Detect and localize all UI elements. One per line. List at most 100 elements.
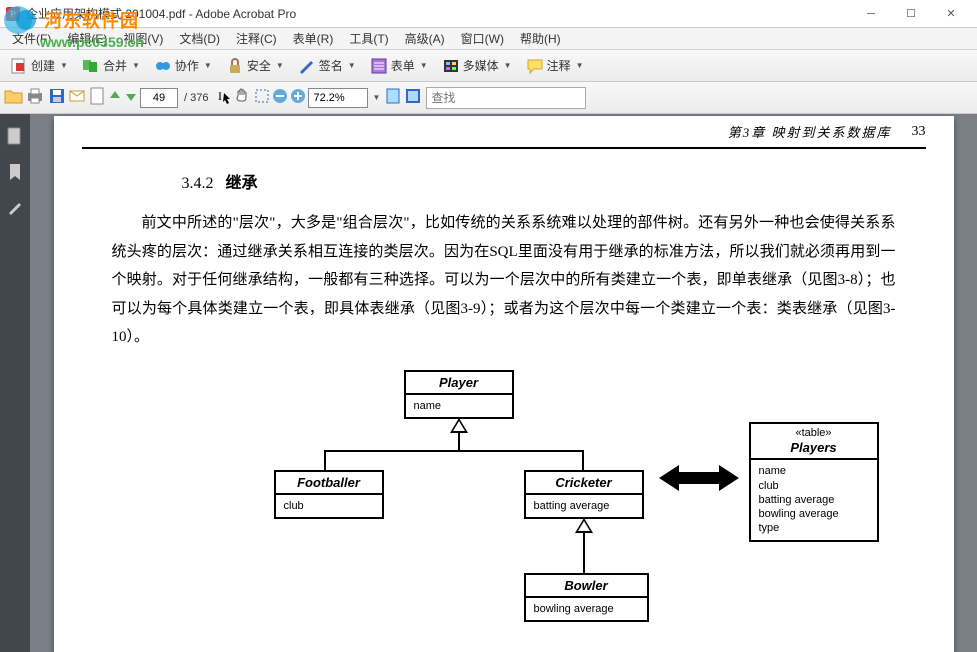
window-title: 企业应用架构模式 201004.pdf - Adobe Acrobat Pro (26, 5, 851, 22)
page-running-header: 第3章 映射到关系数据库 33 (82, 116, 926, 149)
zoom-out-button[interactable] (272, 88, 288, 107)
secure-label: 安全 (247, 57, 271, 74)
uml-diagram: Player name Footballer club Cricketer ba… (154, 370, 854, 652)
section-number: 3.4.2 (182, 175, 214, 192)
menu-file[interactable]: 文件(F) (4, 28, 59, 49)
fullscreen-button[interactable] (404, 87, 422, 108)
save-button[interactable] (48, 87, 66, 108)
page-number: 33 (912, 124, 926, 140)
toolbar-navigation: / 376 I ▼ (0, 82, 977, 114)
section-heading: 3.4.2 继承 (182, 169, 926, 193)
zoom-level-input[interactable] (308, 88, 368, 108)
double-arrow-icon (659, 463, 739, 493)
create-button[interactable]: 创建 ▼ (4, 53, 74, 79)
diagram-line (582, 450, 584, 470)
body-paragraph: 前文中所述的"层次"，大多是"组合层次"，比如传统的关系系统难以处理的部件树。还… (112, 209, 896, 352)
comment-button[interactable]: 注释 ▼ (520, 53, 590, 79)
marquee-zoom-button[interactable] (254, 88, 270, 107)
page-thumbnail-button[interactable] (90, 87, 106, 108)
hand-icon (234, 93, 250, 107)
open-button[interactable] (4, 87, 24, 108)
uml-class-bowler: Bowler bowling average (524, 573, 649, 622)
create-label: 创建 (31, 57, 55, 74)
bookmarks-panel-button[interactable] (5, 162, 25, 182)
uml-table-attr: type (759, 521, 869, 535)
menu-form[interactable]: 表单(R) (285, 28, 342, 49)
dropdown-arrow-icon: ▼ (576, 61, 584, 70)
dropdown-arrow-icon: ▼ (60, 61, 68, 70)
forms-button[interactable]: 表单▼ (364, 53, 434, 79)
scroll-mode-button[interactable] (384, 87, 402, 108)
minimize-button[interactable]: ─ (851, 4, 891, 24)
printer-icon (26, 94, 44, 108)
document-viewport[interactable]: 第3章 映射到关系数据库 33 3.4.2 继承 前文中所述的"层次"，大多是"… (30, 114, 977, 652)
multimedia-label: 多媒体 (463, 57, 499, 74)
collaborate-button[interactable]: 协作▼ (148, 53, 218, 79)
menu-help[interactable]: 帮助(H) (512, 28, 569, 49)
arrow-down-icon (124, 92, 138, 106)
navigation-panel (0, 114, 30, 652)
select-tool-button[interactable]: I (216, 88, 232, 107)
toolbar-main: 创建▼ 合并▼ 协作▼ 安全▼ 签名▼ 表单▼ 多媒体▼ 注释▼ (0, 50, 977, 82)
menu-view[interactable]: 视图(V) (115, 28, 171, 49)
page-icon (90, 94, 106, 108)
menu-bar: 文件(F) 编辑(E) 视图(V) 文档(D) 注释(C) 表单(R) 工具(T… (0, 28, 977, 50)
lock-icon (226, 57, 244, 75)
combine-button[interactable]: 合并▼ (76, 53, 146, 79)
close-button[interactable]: ✕ (931, 4, 971, 24)
email-button[interactable] (68, 87, 86, 108)
film-icon (442, 57, 460, 75)
search-input[interactable] (426, 87, 586, 109)
multimedia-button[interactable]: 多媒体 ▼ (436, 53, 518, 79)
sign-label: 签名 (319, 57, 343, 74)
uml-table-attr: bowling average (759, 507, 869, 521)
uml-player-attr: name (414, 399, 504, 413)
diagram-line (324, 450, 326, 470)
maximize-button[interactable]: ☐ (891, 4, 931, 24)
uml-bowler-title: Bowler (564, 578, 607, 593)
pen-icon (298, 57, 316, 75)
pdf-file-icon: P (6, 7, 20, 21)
menu-tools[interactable]: 工具(T) (341, 28, 396, 49)
hand-tool-button[interactable] (234, 88, 250, 107)
uml-class-player: Player name (404, 370, 514, 419)
next-page-button[interactable] (124, 89, 138, 106)
signatures-panel-button[interactable] (5, 198, 25, 218)
page-fit-icon (384, 94, 402, 108)
dropdown-arrow-icon: ▼ (420, 61, 428, 70)
dropdown-arrow-icon: ▼ (504, 61, 512, 70)
uml-table-attr: name (759, 464, 869, 478)
uml-cricketer-title: Cricketer (555, 475, 611, 490)
svg-text:P: P (10, 10, 15, 19)
dropdown-arrow-icon: ▼ (276, 61, 284, 70)
uml-class-cricketer: Cricketer batting average (524, 470, 644, 519)
inheritance-arrow-icon (450, 418, 468, 433)
create-icon (10, 57, 28, 75)
pages-panel-button[interactable] (5, 126, 25, 146)
uml-table-title: Players (790, 440, 836, 455)
section-title-text: 继承 (226, 175, 258, 192)
menu-comment[interactable]: 注释(C) (228, 28, 285, 49)
secure-button[interactable]: 安全 ▼ (220, 53, 290, 79)
uml-footballer-attr: club (284, 499, 374, 513)
uml-class-footballer: Footballer club (274, 470, 384, 519)
menu-advanced[interactable]: 高级(A) (397, 28, 453, 49)
uml-cricketer-attr: batting average (534, 499, 634, 513)
uml-player-title: Player (439, 375, 478, 390)
menu-edit[interactable]: 编辑(E) (59, 28, 115, 49)
menu-window[interactable]: 窗口(W) (453, 28, 512, 49)
print-button[interactable] (26, 87, 44, 108)
diagram-line (583, 533, 585, 573)
prev-page-button[interactable] (108, 89, 122, 106)
fullscreen-icon (404, 94, 422, 108)
menu-document[interactable]: 文档(D) (171, 28, 228, 49)
uml-table-attr: batting average (759, 493, 869, 507)
page-number-input[interactable] (140, 88, 178, 108)
diagram-line (458, 433, 460, 451)
mail-icon (68, 94, 86, 108)
window-titlebar: P 企业应用架构模式 201004.pdf - Adobe Acrobat Pr… (0, 0, 977, 28)
folder-open-icon (4, 94, 24, 108)
zoom-in-button[interactable] (290, 88, 306, 107)
comment-label: 注释 (547, 57, 571, 74)
sign-button[interactable]: 签名▼ (292, 53, 362, 79)
